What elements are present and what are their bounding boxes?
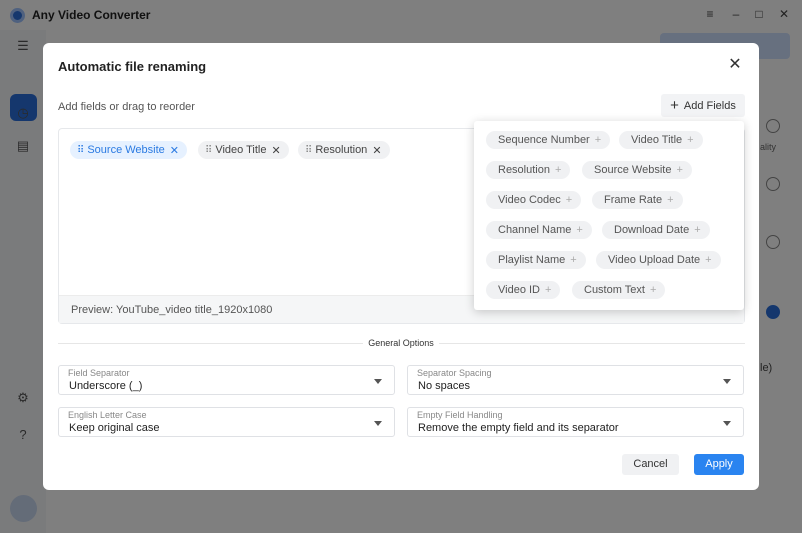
chevron-down-icon <box>374 421 382 426</box>
menu-item-resolution[interactable]: Resolution + <box>486 161 571 179</box>
add-fields-menu: Sequence Number + Video Title + Resolution… <box>474 121 744 310</box>
plus-icon: + <box>705 254 712 266</box>
plus-icon: + <box>687 134 694 146</box>
menu-item-label: Video ID <box>498 284 540 296</box>
plus-icon: + <box>667 194 674 206</box>
plus-icon: + <box>649 284 657 296</box>
letter-case-label: English Letter Case <box>68 410 147 420</box>
menu-item-custom-text[interactable]: Custom Text + <box>572 281 666 299</box>
drag-handle-icon[interactable]: ⠿ <box>77 145 84 156</box>
menu-item-source-website[interactable]: Source Website + <box>582 161 692 179</box>
chevron-down-icon <box>374 379 382 384</box>
apply-button[interactable]: Apply <box>694 454 744 475</box>
plus-icon: + <box>576 224 583 236</box>
plus-icon: + <box>545 284 552 296</box>
menu-item-video-id[interactable]: Video ID + <box>486 281 561 299</box>
general-options-label: General Options <box>363 338 439 348</box>
remove-chip-icon[interactable]: ✕ <box>372 144 381 157</box>
close-icon[interactable]: ✕ <box>727 57 743 73</box>
menu-item-label: Download Date <box>614 224 690 236</box>
chevron-down-icon <box>723 379 731 384</box>
letter-case-value: Keep original case <box>69 422 160 434</box>
menu-item-label: Sequence Number <box>498 134 590 146</box>
field-separator-select[interactable]: Field Separator Underscore (_) <box>58 365 395 395</box>
drag-handle-icon[interactable]: ⠿ <box>205 145 212 156</box>
field-chip-resolution[interactable]: ⠿ Resolution ✕ <box>298 141 390 159</box>
field-chip-source-website[interactable]: ⠿ Source Website ✕ <box>70 141 187 159</box>
menu-item-label: Video Title <box>631 134 683 146</box>
menu-item-label: Frame Rate <box>604 194 663 206</box>
menu-item-label: Playlist Name <box>498 254 566 266</box>
divider-left <box>58 343 363 344</box>
separator-spacing-label: Separator Spacing <box>417 368 492 378</box>
dialog-title: Automatic file renaming <box>58 59 207 74</box>
divider-right <box>439 343 745 344</box>
field-chip-label: Video Title <box>215 144 267 156</box>
menu-item-video-codec[interactable]: Video Codec + <box>486 191 582 209</box>
menu-item-label: Video Codec <box>498 194 561 206</box>
menu-item-sequence-number[interactable]: Sequence Number + <box>486 131 611 149</box>
menu-item-frame-rate[interactable]: Frame Rate + <box>592 191 683 209</box>
add-fields-label: Add Fields <box>683 99 736 112</box>
drag-handle-icon[interactable]: ⠿ <box>305 145 312 156</box>
plus-icon: + <box>594 134 602 146</box>
menu-item-label: Resolution <box>498 164 550 176</box>
reorder-hint: Add fields or drag to reorder <box>58 101 195 113</box>
separator-spacing-select[interactable]: Separator Spacing No spaces <box>407 365 744 395</box>
field-chip-video-title[interactable]: ⠿ Video Title ✕ <box>198 141 289 159</box>
menu-item-label: Source Website <box>594 164 672 176</box>
field-separator-value: Underscore (_) <box>69 380 143 392</box>
plus-icon: + <box>676 164 683 176</box>
empty-field-value: Remove the empty field and its separator <box>418 422 619 434</box>
plus-icon: + <box>694 224 701 236</box>
field-separator-label: Field Separator <box>68 368 130 378</box>
plus-icon: + <box>670 97 679 114</box>
remove-chip-icon[interactable]: ✕ <box>170 144 179 157</box>
cancel-button[interactable]: Cancel <box>622 454 679 475</box>
menu-item-label: Channel Name <box>498 224 572 236</box>
menu-item-playlist-name[interactable]: Playlist Name + <box>486 251 586 269</box>
empty-field-select[interactable]: Empty Field Handling Remove the empty fi… <box>407 407 744 437</box>
field-chip-label: Source Website <box>87 144 165 156</box>
plus-icon: + <box>565 194 573 206</box>
remove-chip-icon[interactable]: ✕ <box>272 144 281 157</box>
menu-item-download-date[interactable]: Download Date + <box>602 221 710 239</box>
add-fields-button[interactable]: + Add Fields <box>661 94 745 117</box>
menu-item-video-title[interactable]: Video Title + <box>619 131 703 149</box>
letter-case-select[interactable]: English Letter Case Keep original case <box>58 407 395 437</box>
field-chip-label: Resolution <box>315 144 368 156</box>
menu-item-label: Video Upload Date <box>608 254 701 266</box>
menu-item-video-upload-date[interactable]: Video Upload Date + <box>596 251 721 269</box>
plus-icon: + <box>570 254 577 266</box>
plus-icon: + <box>554 164 562 176</box>
menu-item-channel-name[interactable]: Channel Name + <box>486 221 592 239</box>
empty-field-label: Empty Field Handling <box>417 410 503 420</box>
menu-item-label: Custom Text <box>584 284 645 296</box>
chevron-down-icon <box>723 421 731 426</box>
separator-spacing-value: No spaces <box>418 380 470 392</box>
